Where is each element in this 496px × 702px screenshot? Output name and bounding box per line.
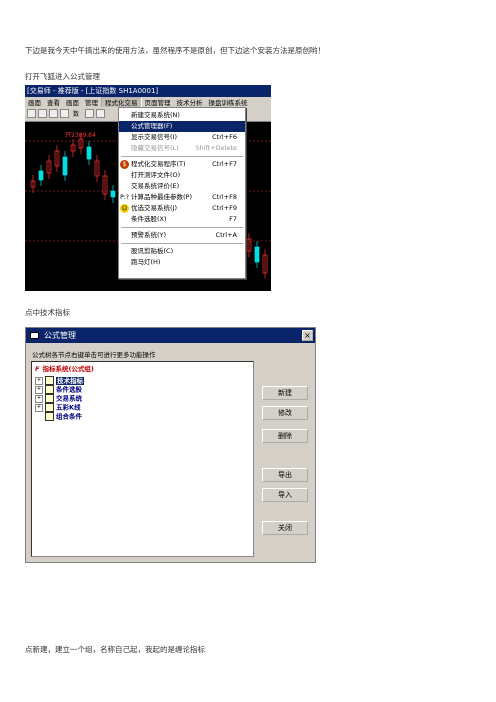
menu-item-label: 预警系统(Y) xyxy=(131,231,167,239)
candle-body xyxy=(254,246,260,263)
window-title: [交易师 - 推荐版 - [上证指数 SH1A0001] xyxy=(25,85,271,97)
dropdown-menu-item[interactable]: ☺ 优选交易系统(J) Ctrl+F9 xyxy=(119,203,245,214)
candle-body xyxy=(110,190,116,198)
menu-item-shortcut: Shift+Delete xyxy=(195,144,237,152)
tree-node-label: 五彩K线 xyxy=(56,403,81,412)
menu-item-label: 跑马灯(H) xyxy=(131,258,161,266)
dialog-hint: 公式树各节点右键单击可进行更多功能操作 xyxy=(32,351,156,359)
candle-body xyxy=(62,156,68,176)
tree-node[interactable]: + 交易系统 xyxy=(35,394,82,403)
tree-node-label: 技术指标 xyxy=(56,376,84,385)
menu-bar: 画面 查看 画面 管理 程式化交易 页面管理 技术分析 操盘训练系统 xyxy=(25,97,271,109)
dropdown-menu-item[interactable]: 股讯剪贴板(C) xyxy=(119,246,245,257)
candle-body xyxy=(38,170,44,181)
formula-group-icon xyxy=(45,385,54,394)
tree-node-label: 组合条件 xyxy=(56,412,82,421)
dropdown-menu-item[interactable]: 公式管理器(F) xyxy=(119,121,245,132)
menu-item-shortcut: F7 xyxy=(229,215,237,223)
intro-paragraph: 下边是我今天中午搞出来的使用方法，虽然程序不是原创，但下边这个安装方法是原创哟！ xyxy=(25,46,325,55)
tree-node[interactable]: + 技术指标 xyxy=(35,376,84,385)
menu-item-label: 公式管理器(F) xyxy=(131,122,173,130)
dropdown-menu-item[interactable]: $ 程式化交易程序(T) Ctrl+F7 xyxy=(119,159,245,170)
formula-group-icon xyxy=(45,376,54,385)
tree-node-label: 交易系统 xyxy=(56,394,82,403)
menu-item-shortcut: Ctrl+F7 xyxy=(212,160,237,168)
step2-paragraph: 点中技术指标 xyxy=(25,308,70,317)
tree-root[interactable]: F 指标系统(公式组) xyxy=(35,365,94,374)
menu-item-icon: ☺ xyxy=(120,204,129,213)
menu-item-label: 交易系统评价(E) xyxy=(131,182,180,190)
trading-dropdown-menu: 新建交易系统(N) 公式管理器(F) 显示交易信号(I) Ctrl+F6 隐藏交易信号(… xyxy=(118,107,246,279)
software-window-screenshot: [交易师 - 推荐版 - [上证指数 SH1A0001] 画面 查看 画面 管理 程式化… xyxy=(25,85,271,291)
formula-icon: F xyxy=(35,365,40,373)
menu-item-label: 显示交易信号(I) xyxy=(131,133,177,141)
tree-node-label: 条件选股 xyxy=(56,385,82,394)
menu-item-label: 条件选股(X) xyxy=(131,215,167,223)
candle-body xyxy=(86,146,92,160)
window-icon xyxy=(30,332,39,339)
expand-icon[interactable]: + xyxy=(35,376,43,385)
tree-node[interactable]: 组合条件 xyxy=(35,412,82,421)
menu-item-label: 打开测评文件(O) xyxy=(131,171,181,179)
dropdown-menu-item[interactable]: 新建交易系统(N) xyxy=(119,110,245,121)
dropdown-menu-item[interactable]: 交易系统评价(E) xyxy=(119,181,245,192)
formula-group-icon xyxy=(45,412,54,421)
dropdown-menu-item[interactable]: 打开测评文件(O) xyxy=(119,170,245,181)
step1-paragraph: 打开飞狐进入公式管理 xyxy=(25,72,100,81)
dialog-button[interactable]: 修改 xyxy=(262,406,308,420)
toolbar-button[interactable] xyxy=(85,109,94,118)
menu-separator xyxy=(121,243,243,244)
menu-item-icon: P:? xyxy=(120,194,129,201)
dropdown-menu-item[interactable]: P:? 计算品种最佳参数(P) Ctrl+F8 xyxy=(119,192,245,203)
formula-group-icon xyxy=(45,403,54,412)
close-icon[interactable]: × xyxy=(302,330,313,341)
toolbar-button[interactable] xyxy=(60,109,69,118)
formula-group-icon xyxy=(45,394,54,403)
dialog-button[interactable]: 导入 xyxy=(262,488,308,502)
tree-root-label: 指标系统(公式组) xyxy=(42,365,94,373)
menu-item-shortcut: Ctrl+F8 xyxy=(212,193,237,201)
dropdown-menu-item[interactable]: 条件选股(X) F7 xyxy=(119,214,245,225)
dialog-titlebar: 公式管理 × xyxy=(26,328,315,343)
formula-manager-dialog: 公式管理 × 公式树各节点右键单击可进行更多功能操作 F 指标系统(公式组) + 技… xyxy=(25,327,316,563)
toolbar-button[interactable] xyxy=(49,109,58,118)
toolbar-button[interactable] xyxy=(38,109,47,118)
dialog-title: 公式管理 xyxy=(44,331,76,340)
expand-icon[interactable]: + xyxy=(35,403,43,412)
step3-paragraph: 点新建，建立一个组，名称自己起，我起的是缠论指标 xyxy=(25,645,205,654)
expand-icon[interactable]: + xyxy=(35,385,43,394)
dialog-button[interactable]: 新建 xyxy=(262,386,308,400)
menu-item-icon: $ xyxy=(120,160,129,169)
chart-price-label: 开2389.84 xyxy=(65,132,96,139)
dropdown-menu-item[interactable]: 跑马灯(H) xyxy=(119,257,245,268)
dialog-button[interactable]: 导出 xyxy=(262,468,308,482)
menu-separator xyxy=(121,156,243,157)
toolbar-button[interactable] xyxy=(96,109,105,118)
menu-item-label: 新建交易系统(N) xyxy=(131,111,180,119)
menu-item-label: 程式化交易程序(T) xyxy=(131,160,186,168)
dialog-button[interactable]: 删除 xyxy=(262,429,308,443)
dialog-button[interactable]: 关闭 xyxy=(262,521,308,535)
toolbar-label: 数 xyxy=(73,111,80,118)
menu-item-shortcut: Ctrl+F9 xyxy=(212,204,237,212)
formula-tree: F 指标系统(公式组) + 技术指标 + 条件选股 + 交易系统 + 五彩K线 组合条件 xyxy=(31,361,254,557)
tree-node[interactable]: + 五彩K线 xyxy=(35,403,81,412)
dropdown-menu-item[interactable]: 预警系统(Y) Ctrl+A xyxy=(119,230,245,241)
expand-icon[interactable]: + xyxy=(35,394,43,403)
menu-item-label: 股讯剪贴板(C) xyxy=(131,247,174,255)
menu-item-shortcut: Ctrl+A xyxy=(215,231,237,239)
menu-separator xyxy=(121,227,243,228)
menu-item-label: 优选交易系统(J) xyxy=(131,204,177,212)
menu-item-label: 计算品种最佳参数(P) xyxy=(131,193,192,201)
menu-item-label: 隐藏交易信号(L) xyxy=(131,144,179,152)
menu-item-shortcut: Ctrl+F6 xyxy=(212,133,237,141)
dropdown-menu-item[interactable]: 隐藏交易信号(L) Shift+Delete xyxy=(119,143,245,154)
dropdown-menu-item[interactable]: 显示交易信号(I) Ctrl+F6 xyxy=(119,132,245,143)
tree-node[interactable]: + 条件选股 xyxy=(35,385,82,394)
toolbar-button[interactable] xyxy=(27,109,36,118)
